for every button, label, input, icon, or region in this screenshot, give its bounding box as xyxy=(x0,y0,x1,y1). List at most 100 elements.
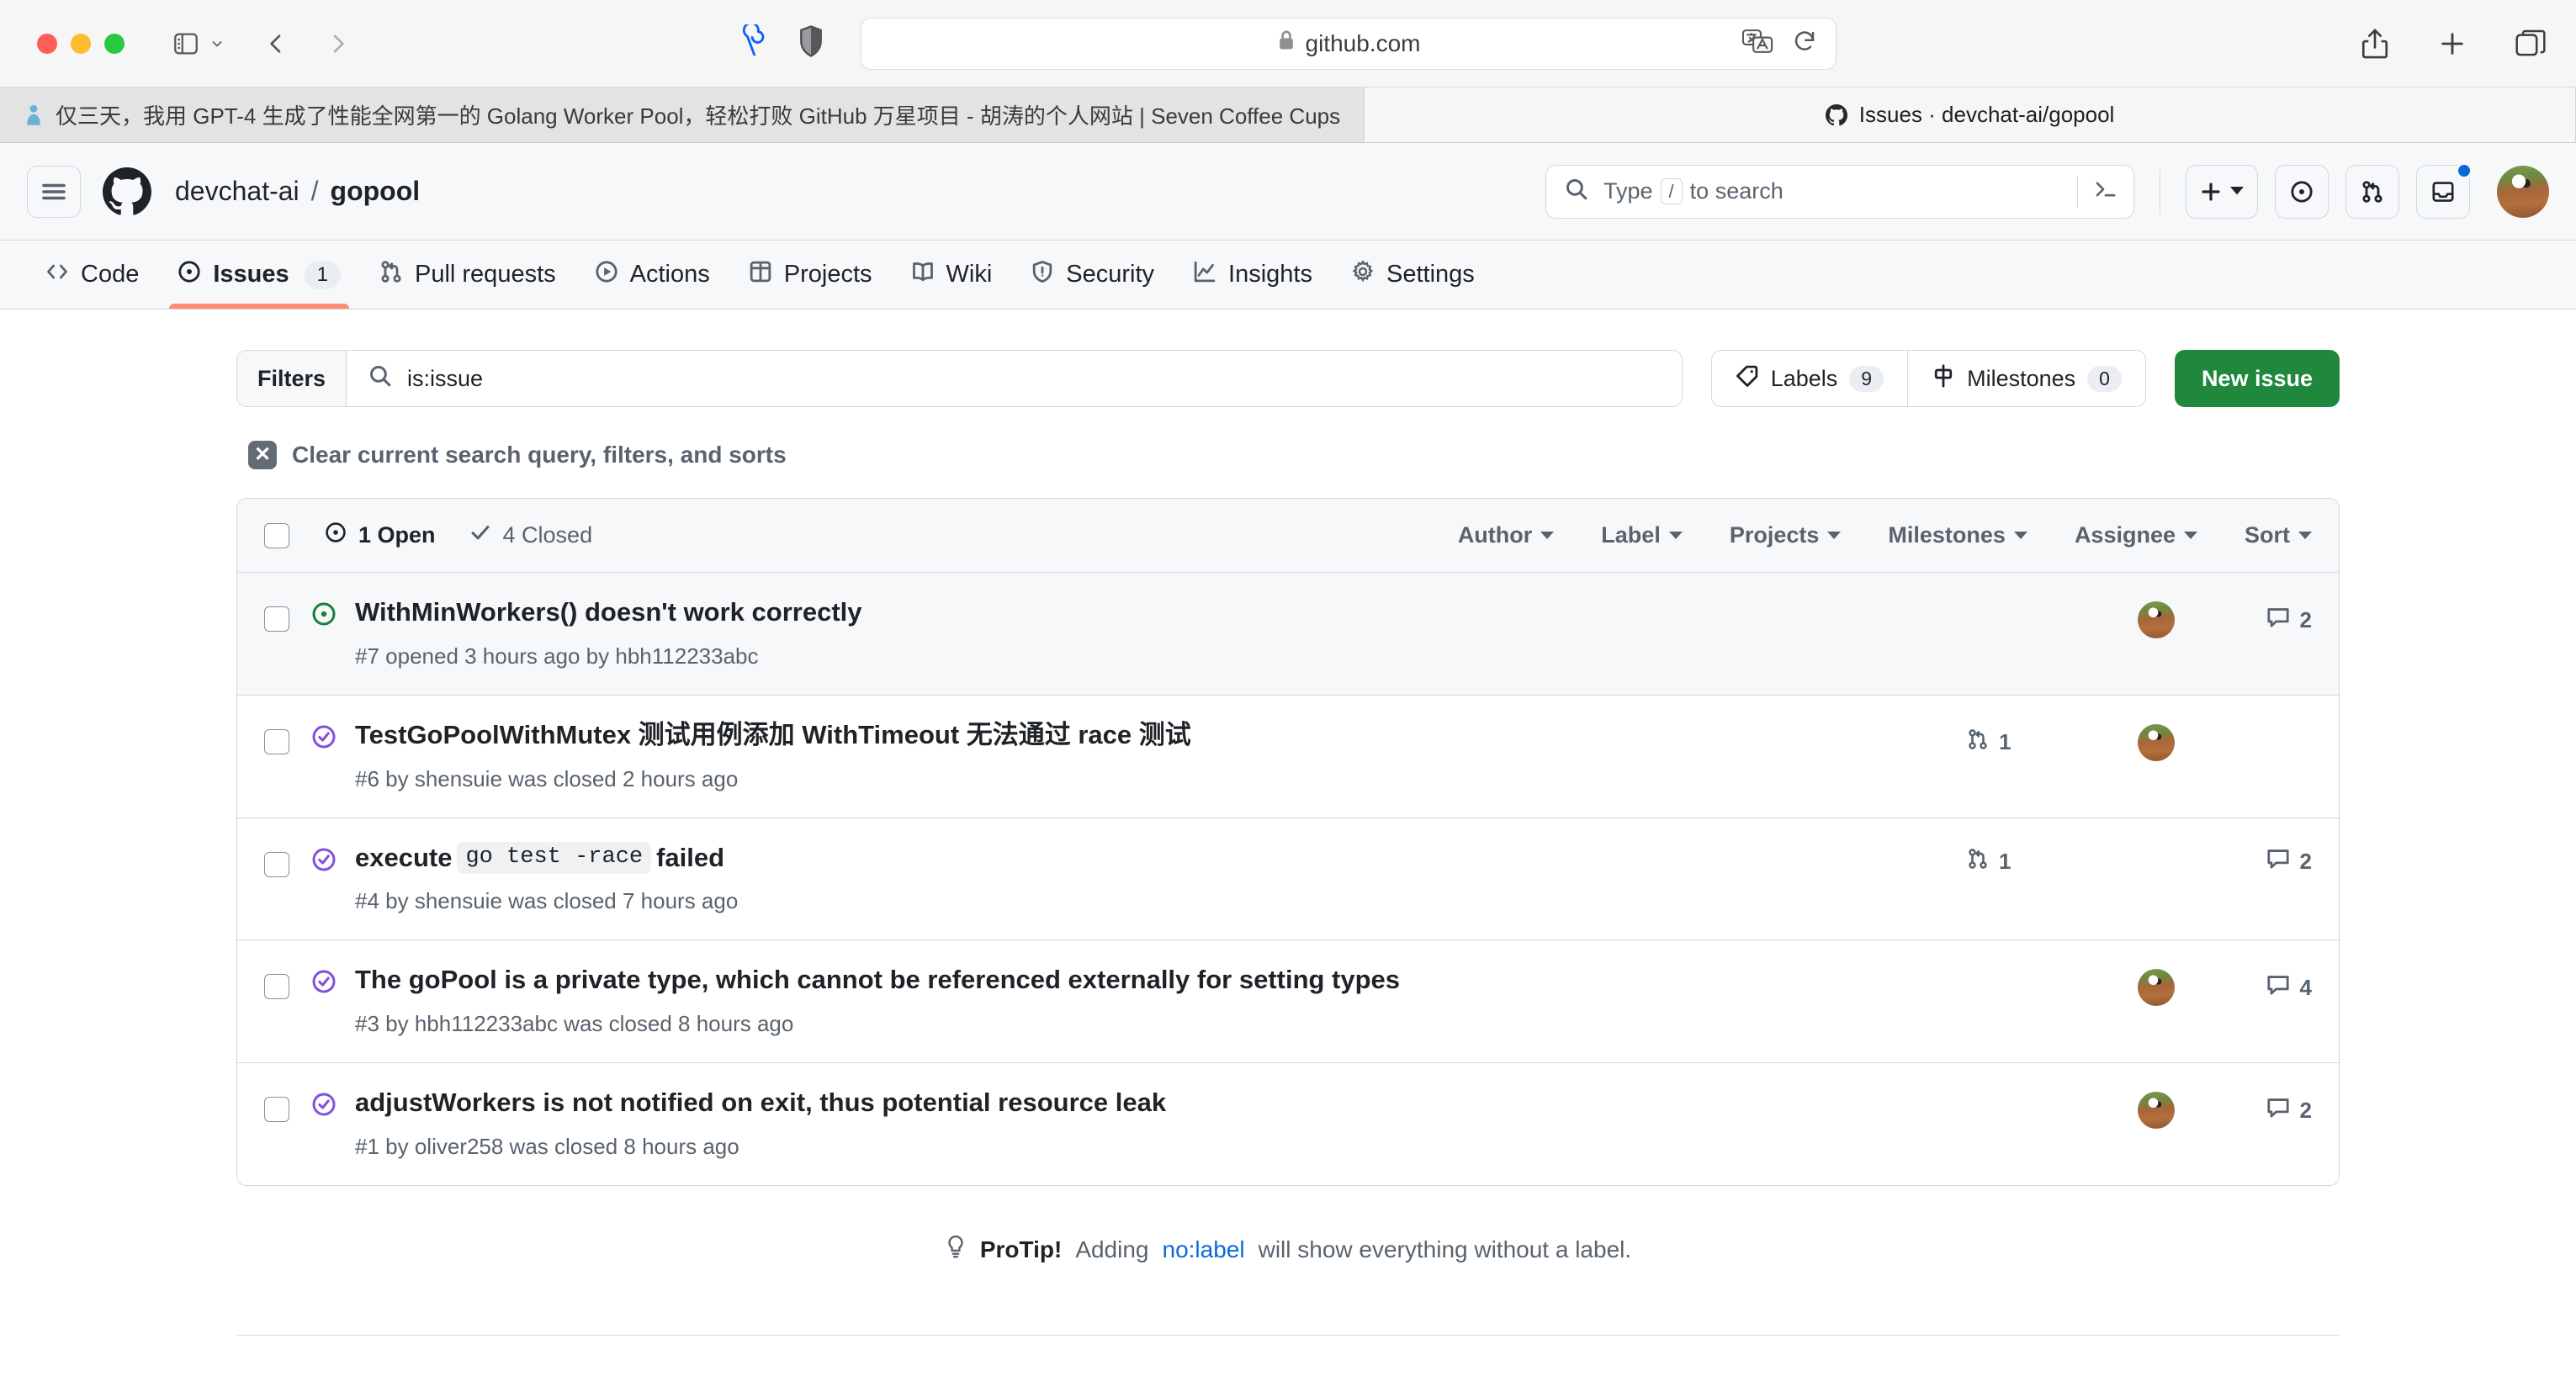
clear-filters-row[interactable]: ✕ Clear current search query, filters, a… xyxy=(248,441,2340,469)
issue-title[interactable]: execute go test -race failed xyxy=(355,842,1967,875)
issue-checkbox[interactable] xyxy=(264,606,289,632)
issue-meta: #6 by shensuie was closed 2 hours ago xyxy=(355,766,1967,792)
notifications-button[interactable] xyxy=(2416,165,2470,219)
issue-checkbox[interactable] xyxy=(264,852,289,877)
search-query-field[interactable]: is:issue xyxy=(347,351,1682,406)
issue-checkbox[interactable] xyxy=(264,1097,289,1122)
linked-pull-request[interactable]: 1 xyxy=(1967,848,2093,876)
comment-count[interactable]: 4 xyxy=(2219,973,2312,1003)
comment-count[interactable]: 2 xyxy=(2219,847,2312,876)
issue-checkbox[interactable] xyxy=(264,974,289,999)
protip-link[interactable]: no:label xyxy=(1163,1236,1245,1263)
menu-icon[interactable] xyxy=(27,166,81,218)
tab-wiki[interactable]: Wiki xyxy=(894,241,1010,309)
issue-meta: #1 by oliver258 was closed 8 hours ago xyxy=(355,1134,1967,1160)
issue-row[interactable]: execute go test -race failed #4 by shensu… xyxy=(237,818,2339,941)
close-icon[interactable]: ✕ xyxy=(248,441,277,469)
issue-row-right: 12 xyxy=(1967,847,2312,876)
new-tab-icon[interactable] xyxy=(2438,29,2467,58)
issue-title-text: TestGoPoolWithMutex 测试用例添加 WithTimeout 无… xyxy=(355,719,1191,752)
issue-meta: #4 by shensuie was closed 7 hours ago xyxy=(355,888,1967,914)
sort-menu[interactable]: Sort xyxy=(2245,522,2312,548)
comment-count[interactable]: 2 xyxy=(2219,606,2312,635)
issue-row[interactable]: WithMinWorkers() doesn't work correctly#… xyxy=(237,573,2339,696)
tab-settings[interactable]: Settings xyxy=(1334,241,1492,309)
reload-icon[interactable] xyxy=(1792,29,1817,58)
address-bar[interactable]: github.com xyxy=(861,18,1837,70)
back-button[interactable] xyxy=(262,30,289,57)
linked-pull-request[interactable]: 1 xyxy=(1967,728,2093,756)
new-issue-button[interactable]: New issue xyxy=(2175,350,2340,407)
issue-opened-icon xyxy=(325,521,347,549)
assignee-avatar[interactable] xyxy=(2138,724,2175,761)
chevron-down-icon[interactable] xyxy=(209,35,225,52)
assignee-avatar[interactable] xyxy=(2138,969,2175,1006)
tab-insights[interactable]: Insights xyxy=(1176,241,1329,309)
avatar[interactable] xyxy=(2497,166,2549,218)
label-filter-menu[interactable]: Label xyxy=(1601,522,1683,548)
book-icon xyxy=(911,260,935,290)
issue-row[interactable]: adjustWorkers is not notified on exit, t… xyxy=(237,1063,2339,1185)
forward-button[interactable] xyxy=(325,30,352,57)
notification-dot xyxy=(2456,162,2473,179)
issue-row[interactable]: TestGoPoolWithMutex 测试用例添加 WithTimeout 无… xyxy=(237,696,2339,818)
assignee-avatar[interactable] xyxy=(2138,601,2175,638)
closed-issues-filter[interactable]: 4 Closed xyxy=(469,521,593,549)
tab-security[interactable]: Security xyxy=(1014,241,1171,309)
maximize-window-button[interactable] xyxy=(104,34,125,54)
author-filter-menu[interactable]: Author xyxy=(1458,522,1554,548)
label-filter-label: Label xyxy=(1601,522,1661,548)
labels-button[interactable]: Labels 9 xyxy=(1712,351,1907,406)
lock-icon xyxy=(1277,29,1296,57)
filters-dropdown-button[interactable]: Filters xyxy=(237,351,347,406)
tab-actions[interactable]: Actions xyxy=(578,241,727,309)
github-mark-icon xyxy=(1826,104,1847,126)
browser-tab-inactive[interactable]: 仅三天，我用 GPT-4 生成了性能全网第一的 Golang Worker Po… xyxy=(0,87,1365,142)
browser-tab-active[interactable]: Issues · devchat-ai/gopool xyxy=(1365,87,2576,142)
close-window-button[interactable] xyxy=(37,34,57,54)
tab-code[interactable]: Code xyxy=(29,241,156,309)
share-icon[interactable] xyxy=(2361,28,2389,60)
tab-overview-icon[interactable] xyxy=(2515,29,2546,58)
search-input[interactable]: Type / to search xyxy=(1545,165,2134,219)
clear-filters-label: Clear current search query, filters, and… xyxy=(292,442,787,468)
milestones-button[interactable]: Milestones 0 xyxy=(1907,351,2145,406)
comment-count[interactable]: 2 xyxy=(2219,1096,2312,1125)
filters-search-bar[interactable]: Filters is:issue xyxy=(236,350,1683,407)
sidebar-icon[interactable] xyxy=(172,29,200,58)
privacy-shield-icon[interactable] xyxy=(798,25,824,61)
repository-nav: Code Issues 1 Pull requests Actions xyxy=(0,241,2576,310)
issue-closed-icon xyxy=(311,724,337,754)
issue-title[interactable]: The goPool is a private type, which cann… xyxy=(355,964,1967,997)
milestones-filter-menu[interactable]: Milestones xyxy=(1888,522,2027,548)
projects-filter-menu[interactable]: Projects xyxy=(1730,522,1842,548)
footer: © 2023 GitHub, Inc. TermsPrivacySecurity… xyxy=(236,1336,2340,1376)
minimize-window-button[interactable] xyxy=(71,34,91,54)
command-palette-icon[interactable] xyxy=(2093,178,2118,204)
select-all-checkbox[interactable] xyxy=(264,523,289,548)
github-logo-icon[interactable] xyxy=(103,167,151,216)
pencil-markup-icon[interactable] xyxy=(739,24,770,62)
sort-label: Sort xyxy=(2245,522,2290,548)
create-new-button[interactable] xyxy=(2186,165,2258,219)
issue-title[interactable]: adjustWorkers is not notified on exit, t… xyxy=(355,1087,1967,1119)
issues-button[interactable] xyxy=(2275,165,2329,219)
translate-icon[interactable] xyxy=(1741,29,1773,57)
issue-title[interactable]: TestGoPoolWithMutex 测试用例添加 WithTimeout 无… xyxy=(355,719,1967,752)
issue-closed-icon xyxy=(311,1092,337,1121)
tab-label: Pull requests xyxy=(415,261,556,288)
assignee-filter-menu[interactable]: Assignee xyxy=(2075,522,2197,548)
open-issues-filter[interactable]: 1 Open xyxy=(325,521,436,549)
sidebar-toggle-group[interactable] xyxy=(172,29,225,58)
tab-issues[interactable]: Issues 1 xyxy=(161,241,358,309)
tab-pull-requests[interactable]: Pull requests xyxy=(363,241,573,309)
breadcrumb-owner[interactable]: devchat-ai xyxy=(175,176,299,207)
pull-requests-button[interactable] xyxy=(2345,165,2399,219)
assignee-avatar[interactable] xyxy=(2138,1092,2175,1129)
tab-projects[interactable]: Projects xyxy=(732,241,889,309)
issue-checkbox[interactable] xyxy=(264,729,289,754)
issue-row[interactable]: The goPool is a private type, which cann… xyxy=(237,940,2339,1063)
breadcrumb-repo[interactable]: gopool xyxy=(331,176,421,207)
search-query-value: is:issue xyxy=(407,366,483,392)
issue-title[interactable]: WithMinWorkers() doesn't work correctly xyxy=(355,596,1967,629)
